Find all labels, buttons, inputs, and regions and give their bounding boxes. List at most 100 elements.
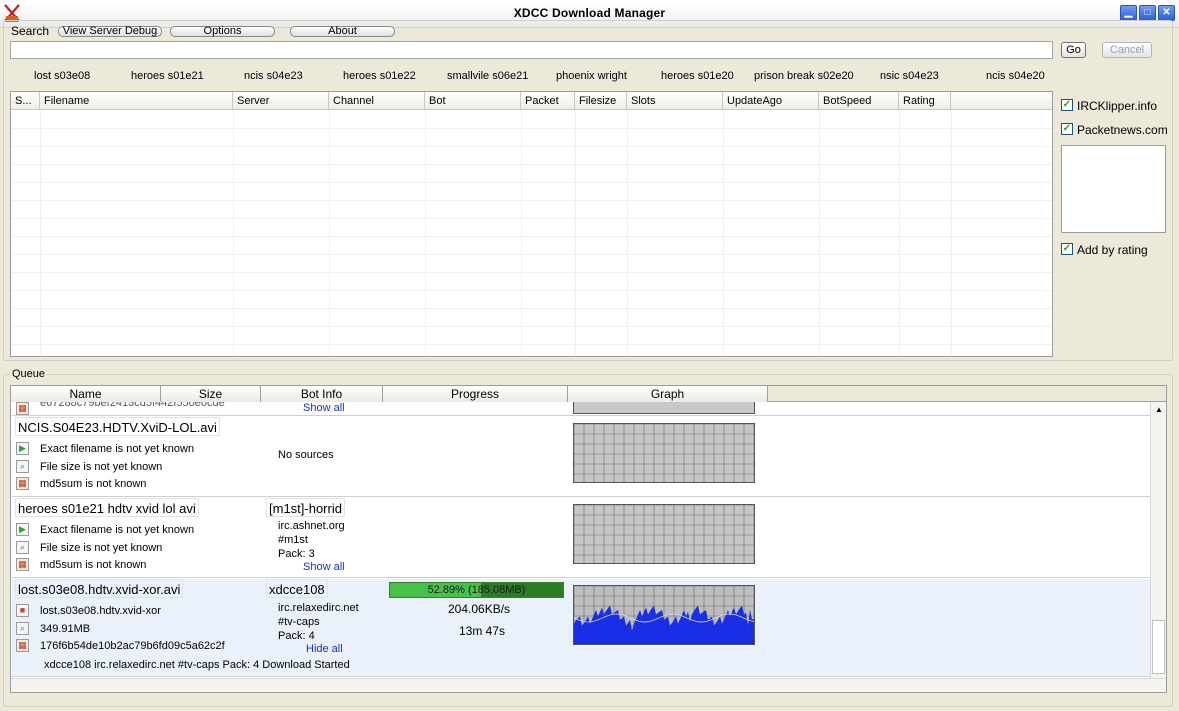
column-updateago[interactable]: UpdateAgo bbox=[723, 92, 819, 110]
packetnews-checkbox[interactable]: ✓ bbox=[1061, 123, 1073, 135]
column-rating[interactable]: Rating bbox=[899, 92, 951, 110]
queue-item-md5: md5sum is not known bbox=[40, 478, 147, 490]
column-status[interactable]: S... bbox=[11, 92, 40, 110]
hide-all-link[interactable]: Hide all bbox=[306, 643, 343, 655]
recent-search-item[interactable]: heroes s01e22 bbox=[343, 70, 416, 82]
irc-klipper-label: IRCKlipper.info bbox=[1077, 99, 1158, 113]
column-channel[interactable]: Channel bbox=[329, 92, 425, 110]
queue-header: Name Size Bot Info Progress Graph bbox=[11, 386, 1166, 402]
scroll-up-icon[interactable]: ▲ bbox=[1153, 404, 1165, 416]
stop-icon[interactable]: ■ bbox=[16, 604, 29, 617]
bot-server: irc.ashnet.org bbox=[278, 520, 345, 532]
md5-icon: ▦ bbox=[16, 558, 29, 571]
column-bot[interactable]: Bot bbox=[425, 92, 521, 110]
recent-search-item[interactable]: smallvile s06e21 bbox=[447, 70, 528, 82]
bot-name: [m1st]-horrid bbox=[266, 498, 345, 517]
bot-pack: Pack: 3 bbox=[278, 548, 315, 560]
sources-listbox[interactable] bbox=[1061, 145, 1166, 233]
queue-list[interactable]: Name Size Bot Info Progress Graph ▦ e672… bbox=[10, 385, 1167, 693]
results-table-header: S... Filename Server Channel Bot Packet … bbox=[11, 92, 1052, 110]
bot-channel: #m1st bbox=[278, 534, 308, 546]
bot-channel: #tv-caps bbox=[278, 616, 320, 628]
column-botspeed[interactable]: BotSpeed bbox=[819, 92, 899, 110]
show-all-link[interactable]: Show all bbox=[303, 561, 345, 573]
queue-item-md5: e67288c79bef2413cd5f442f550e0cde bbox=[40, 402, 225, 409]
bot-pack: Pack: 4 bbox=[278, 630, 315, 642]
show-all-link[interactable]: Show all bbox=[303, 402, 345, 414]
cancel-button[interactable]: Cancel bbox=[1102, 42, 1152, 58]
queue-item-detail: Exact filename is not yet known bbox=[40, 524, 195, 536]
column-server[interactable]: Server bbox=[233, 92, 329, 110]
about-button[interactable]: About bbox=[290, 26, 395, 37]
go-button[interactable]: Go bbox=[1061, 42, 1086, 58]
search-icon[interactable]: ⌕ bbox=[16, 460, 29, 473]
maximize-button[interactable]: □ bbox=[1139, 5, 1156, 21]
queue-item-filename: heroes s01e21 hdtv xvid lol avi bbox=[15, 498, 199, 517]
queue-item-detail: Exact filename is not yet known bbox=[40, 443, 195, 455]
column-packet[interactable]: Packet bbox=[521, 92, 575, 110]
recent-search-item[interactable]: ncis s04e23 bbox=[244, 70, 303, 82]
time-remaining: 13m 47s bbox=[459, 624, 506, 638]
queue-column-progress[interactable]: Progress bbox=[383, 386, 568, 402]
transfer-graph bbox=[573, 504, 755, 564]
queue-item-filename: NCIS.S04E23.HDTV.XviD-LOL.avi bbox=[15, 417, 220, 436]
irc-klipper-checkbox[interactable]: ✓ bbox=[1061, 99, 1073, 111]
md5-icon: ▦ bbox=[16, 402, 29, 415]
queue-column-name[interactable]: Name bbox=[11, 386, 161, 402]
recent-search-item[interactable]: ncis s04e20 bbox=[986, 70, 1045, 82]
download-speed: 204.06KB/s bbox=[448, 602, 511, 616]
play-icon[interactable]: ▶ bbox=[16, 442, 29, 455]
download-progress-bar: 52.89% (185.08MB) bbox=[389, 582, 564, 598]
column-filename[interactable]: Filename bbox=[40, 92, 233, 110]
play-icon[interactable]: ▶ bbox=[16, 523, 29, 536]
bot-name: xdcce108 bbox=[266, 579, 328, 598]
status-line: xdcce108 irc.relaxedirc.net #tv-caps Pac… bbox=[44, 659, 350, 671]
bot-info: No sources bbox=[278, 449, 334, 461]
search-input[interactable] bbox=[10, 41, 1053, 59]
queue-item-filename: lost.s03e08.hdtv.xvid-xor.avi bbox=[15, 579, 184, 598]
results-table[interactable]: S... Filename Server Channel Bot Packet … bbox=[10, 91, 1053, 357]
md5-icon: ▦ bbox=[16, 639, 29, 652]
search-icon[interactable]: ⌕ bbox=[16, 541, 29, 554]
search-label: Search bbox=[11, 24, 50, 38]
md5-icon: ▦ bbox=[16, 477, 29, 490]
queue-item-md5: md5sum is not known bbox=[40, 559, 147, 571]
queue-item-size: File size is not yet known bbox=[40, 542, 163, 554]
recent-search-item[interactable]: nsic s04e23 bbox=[880, 70, 939, 82]
recent-search-item[interactable]: heroes s01e20 bbox=[661, 70, 734, 82]
queue-column-graph[interactable]: Graph bbox=[568, 386, 768, 402]
close-button[interactable]: ✕ bbox=[1158, 5, 1175, 21]
progress-text: 52.89% (185.08MB) bbox=[427, 584, 526, 596]
queue-item-size: 349.91MB bbox=[40, 623, 91, 635]
queue-item-selected[interactable]: lost.s03e08.hdtv.xvid-xor.avi ■ lost.s03… bbox=[12, 579, 1151, 677]
window-title: XDCC Download Manager bbox=[513, 6, 666, 20]
queue-item-md5: 176f6b54de10b2ac79b6fd09c5a62c2f bbox=[40, 640, 225, 652]
queue-item[interactable]: NCIS.S04E23.HDTV.XviD-LOL.avi ▶ Exact fi… bbox=[12, 417, 1151, 497]
queue-column-bot-info[interactable]: Bot Info bbox=[261, 386, 383, 402]
recent-search-item[interactable]: prison break s02e20 bbox=[754, 70, 854, 82]
add-by-rating-label: Add by rating bbox=[1077, 243, 1148, 257]
queue-column-size[interactable]: Size bbox=[161, 386, 261, 402]
transfer-graph bbox=[573, 402, 755, 414]
view-server-debug-button[interactable]: View Server Debug bbox=[58, 26, 162, 37]
transfer-graph bbox=[573, 423, 755, 483]
column-filesize[interactable]: Filesize bbox=[575, 92, 627, 110]
search-icon[interactable]: ⌕ bbox=[16, 622, 29, 635]
column-slots[interactable]: Slots bbox=[627, 92, 723, 110]
recent-search-item[interactable]: phoenix wright bbox=[556, 70, 627, 82]
queue-item[interactable]: heroes s01e21 hdtv xvid lol avi ▶ Exact … bbox=[12, 498, 1151, 578]
options-button[interactable]: Options bbox=[170, 26, 275, 37]
recent-search-item[interactable]: lost s03e08 bbox=[34, 70, 90, 82]
queue-vertical-scrollbar[interactable]: ▲ ▼ bbox=[1150, 402, 1166, 692]
scroll-thumb[interactable] bbox=[1152, 620, 1165, 674]
queue-item-detail: lost.s03e08.hdtv.xvid-xor bbox=[40, 605, 161, 617]
minimize-button[interactable]: ▁ bbox=[1120, 5, 1137, 21]
recent-search-item[interactable]: heroes s01e21 bbox=[131, 70, 204, 82]
queue-label: Queue bbox=[10, 368, 48, 380]
queue-horizontal-scrollbar[interactable] bbox=[11, 678, 1166, 692]
packetnews-label: Packetnews.com bbox=[1077, 123, 1168, 137]
queue-item-partial[interactable]: ▦ e67288c79bef2413cd5f442f550e0cde Show … bbox=[12, 402, 1151, 416]
bot-server: irc.relaxedirc.net bbox=[278, 602, 359, 614]
add-by-rating-checkbox[interactable]: ✓ bbox=[1061, 243, 1073, 255]
queue-item-size: File size is not yet known bbox=[40, 461, 163, 473]
